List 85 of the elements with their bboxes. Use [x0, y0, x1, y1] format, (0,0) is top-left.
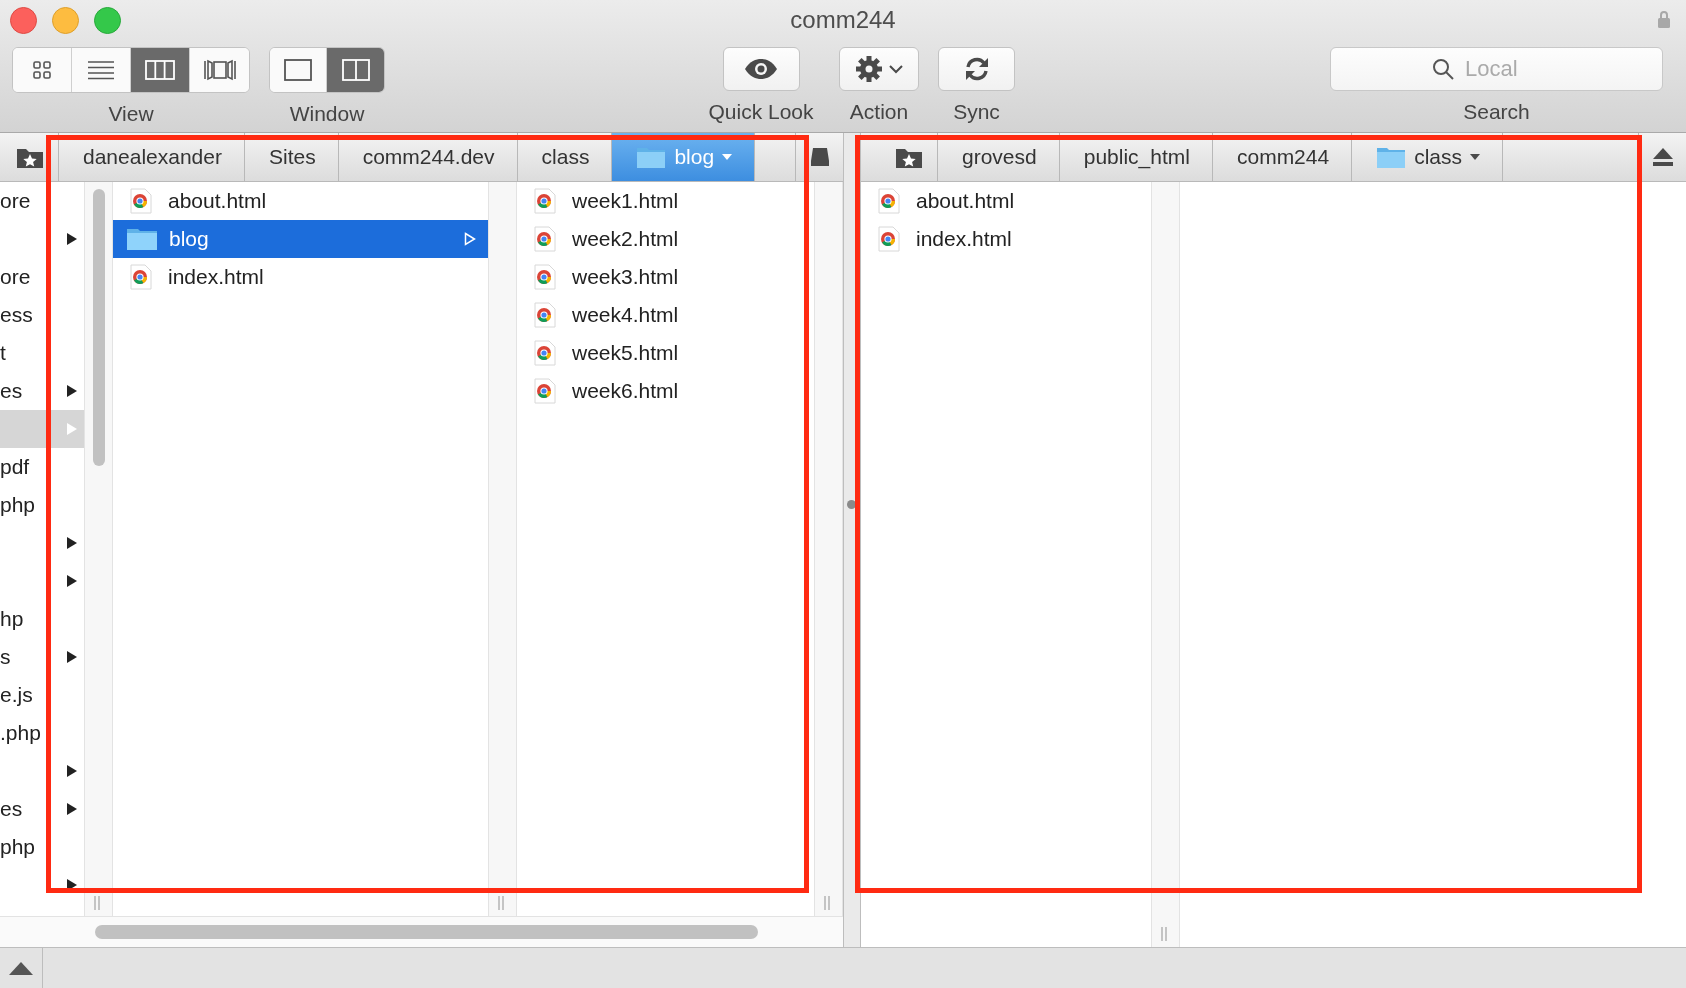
- file-row[interactable]: e.js: [0, 676, 84, 714]
- file-row[interactable]: [0, 410, 84, 448]
- file-row[interactable]: index.html: [861, 220, 1151, 258]
- columns-icon: [145, 60, 175, 80]
- path-segment[interactable]: Sites: [244, 133, 339, 181]
- html-file-icon: [534, 302, 556, 328]
- grid-icon: [32, 60, 52, 80]
- path-segment[interactable]: comm244.dev: [338, 133, 518, 181]
- view-mode-button[interactable]: [131, 48, 190, 92]
- splitter-handle[interactable]: [847, 500, 856, 509]
- file-row[interactable]: about.html: [113, 182, 488, 220]
- scrollbar-thumb[interactable]: [95, 925, 758, 939]
- html-file-icon: [878, 226, 900, 252]
- file-row[interactable]: week6.html: [517, 372, 814, 410]
- chevron-down-icon: [889, 64, 903, 74]
- file-row[interactable]: week2.html: [517, 220, 814, 258]
- search-icon: [1432, 58, 1454, 80]
- folder-icon: [636, 145, 667, 169]
- html-file-icon: [534, 264, 556, 290]
- folder-icon: [1376, 145, 1407, 169]
- cover-flow-icon: [202, 59, 237, 81]
- action-button[interactable]: [839, 47, 919, 91]
- sync-label: Sync: [953, 100, 1000, 124]
- file-row[interactable]: t: [0, 334, 84, 372]
- file-row[interactable]: pdf: [0, 448, 84, 486]
- html-file-icon: [878, 188, 900, 214]
- file-row[interactable]: es: [0, 790, 84, 828]
- file-row[interactable]: php: [0, 828, 84, 866]
- file-row[interactable]: ore: [0, 258, 84, 296]
- window-mode-button[interactable]: [270, 48, 327, 92]
- scrollbar-thumb[interactable]: [93, 189, 105, 466]
- triangle-up-icon: [9, 961, 33, 975]
- search-label: Search: [1463, 100, 1530, 124]
- file-row[interactable]: about.html: [861, 182, 1151, 220]
- file-row[interactable]: php: [0, 486, 84, 524]
- column-resize-handle[interactable]: [1161, 927, 1167, 941]
- file-row[interactable]: s: [0, 638, 84, 676]
- zoom-button[interactable]: [94, 7, 121, 34]
- html-file-icon: [534, 226, 556, 252]
- search-field[interactable]: Local: [1330, 47, 1663, 91]
- html-file-icon: [130, 264, 152, 290]
- quick-look-button[interactable]: [722, 47, 800, 91]
- caret-icon: [722, 154, 733, 160]
- folder-icon: [126, 227, 158, 251]
- lock-icon: [1657, 10, 1671, 28]
- column-resize-handle[interactable]: [498, 896, 504, 910]
- file-row[interactable]: week1.html: [517, 182, 814, 220]
- column-resize-handle[interactable]: [824, 896, 830, 910]
- single-pane-icon: [284, 59, 312, 81]
- path-segment[interactable]: comm244: [1212, 133, 1353, 181]
- path-segment[interactable]: class: [1352, 133, 1503, 181]
- path-segment[interactable]: danealexander: [59, 133, 245, 181]
- window-label: Window: [289, 102, 365, 126]
- close-button[interactable]: [10, 7, 37, 34]
- list-icon: [87, 60, 115, 80]
- file-row[interactable]: week5.html: [517, 334, 814, 372]
- dual-pane-icon: [341, 59, 370, 81]
- gear-icon: [855, 55, 883, 83]
- html-file-icon: [534, 340, 556, 366]
- html-file-icon: [534, 378, 556, 404]
- path-segment[interactable]: grovesd: [938, 133, 1060, 181]
- file-row[interactable]: ess: [0, 296, 84, 334]
- caret-icon: [1470, 154, 1480, 160]
- file-row[interactable]: es: [0, 372, 84, 410]
- html-file-icon: [534, 188, 556, 214]
- sync-button[interactable]: [938, 47, 1015, 91]
- file-row[interactable]: ore: [0, 182, 84, 220]
- eject-icon: [1651, 147, 1674, 167]
- file-row[interactable]: week3.html: [517, 258, 814, 296]
- file-row[interactable]: week4.html: [517, 296, 814, 334]
- window-title: comm244: [790, 6, 896, 34]
- window-mode-button[interactable]: [327, 48, 384, 92]
- action-label: Action: [849, 100, 909, 124]
- path-segment[interactable]: public_html: [1059, 133, 1213, 181]
- file-row[interactable]: .php: [0, 714, 84, 752]
- column-resize-handle[interactable]: [94, 896, 100, 910]
- view-label: View: [108, 102, 154, 126]
- quick-look-label: Quick Look: [708, 100, 814, 124]
- file-row[interactable]: index.html: [113, 258, 488, 296]
- file-row[interactable]: hp: [0, 600, 84, 638]
- hard-drive-icon: [809, 147, 830, 167]
- eye-icon: [744, 59, 778, 79]
- view-mode-button[interactable]: [13, 48, 72, 92]
- html-file-icon: [130, 188, 152, 214]
- file-row[interactable]: blog: [113, 220, 488, 258]
